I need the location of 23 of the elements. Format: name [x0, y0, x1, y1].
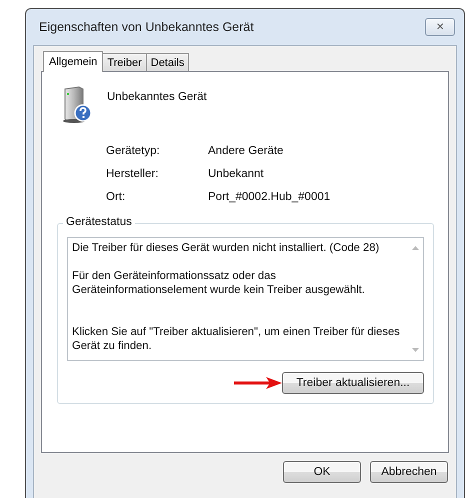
- status-text-box[interactable]: [67, 237, 424, 361]
- property-value: Andere Geräte: [208, 145, 284, 157]
- status-paragraph: Für den Geräteinformationssatz oder das Geräteinformationselement wurde kein Treiber ausgewählt.: [72, 269, 366, 297]
- property-label: Ort:: [106, 191, 126, 203]
- close-button[interactable]: ✕: [425, 18, 455, 36]
- tab[interactable]: Allgemein: [43, 51, 104, 72]
- device-name: Unbekanntes Gerät: [107, 91, 207, 103]
- scroll-down-icon[interactable]: [412, 348, 418, 352]
- status-paragraph: Klicken Sie auf "Treiber aktualisieren", um einen Treiber für dieses Gerät zu finden.: [72, 325, 401, 353]
- property-label: Gerätetyp:: [106, 145, 161, 157]
- window-title: Eigenschaften von Unbekanntes Gerät: [38, 20, 254, 34]
- group-title: Gerätestatus: [63, 216, 135, 228]
- property-label: Hersteller:: [106, 168, 160, 180]
- scroll-up-icon[interactable]: [412, 246, 418, 250]
- property-value: Unbekannt: [208, 168, 265, 180]
- arrow-icon: [234, 377, 282, 389]
- update-driver-button[interactable]: Treiber aktualisieren...: [282, 372, 424, 394]
- status-paragraph: Die Treiber für dieses Gerät wurden nicht installiert. (Code 28): [72, 241, 380, 255]
- tab[interactable]: Treiber: [102, 53, 147, 71]
- dialog-button[interactable]: OK: [283, 461, 361, 483]
- tab[interactable]: Details: [146, 53, 190, 71]
- property-value: Port_#0002.Hub_#0001: [208, 191, 332, 203]
- dialog-button[interactable]: Abbrechen: [370, 461, 448, 483]
